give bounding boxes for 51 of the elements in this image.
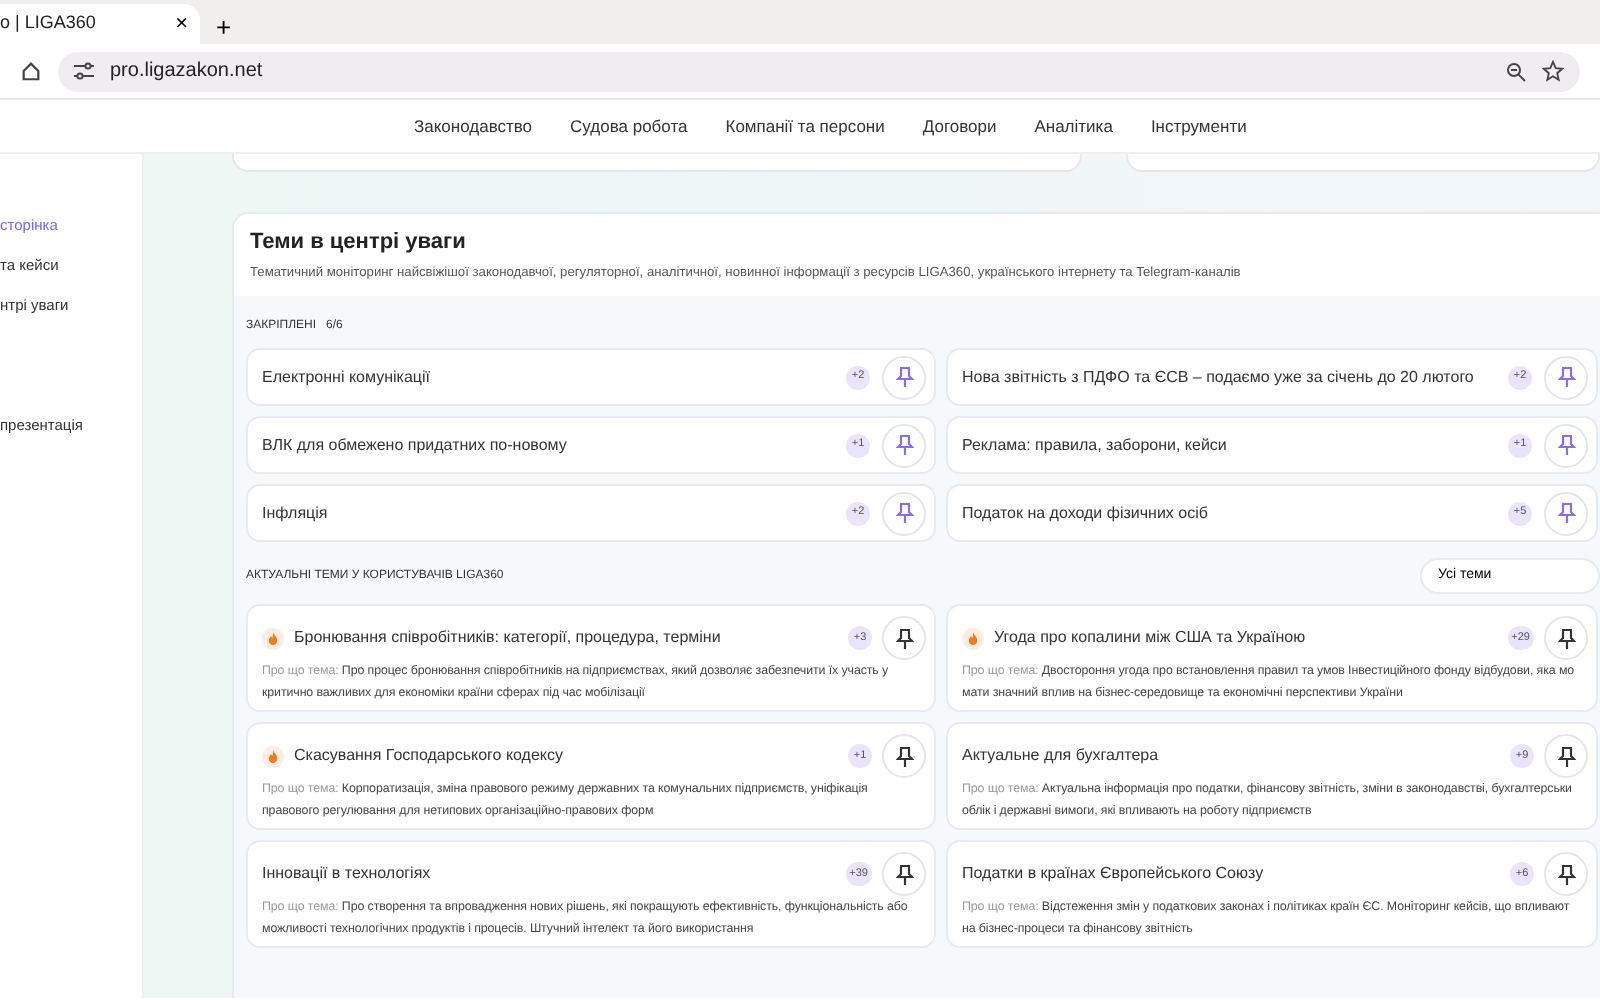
close-tab-button[interactable]: × [175,13,188,35]
pin-button[interactable] [882,852,926,897]
topic-title: Актуальне для бухгалтера [962,744,1161,769]
nav-link[interactable]: Компанії та персони [725,113,885,139]
nav-link[interactable]: Судова робота [570,113,688,139]
nav-link[interactable]: Законодавство [414,113,533,139]
tune-icon[interactable] [74,62,94,80]
url-text: pro.ligazakon.net [110,58,265,86]
topic-card[interactable] [246,722,936,831]
nav-link[interactable]: Аналітика [1034,113,1113,139]
topic-title: Інновації в технологіях [262,862,433,887]
topic-title: Податки в країнах Європейського Союзу [962,862,1266,887]
tab-title: о | LIGA360 [0,10,96,37]
pin-icon [895,627,913,650]
pin-icon [895,434,913,457]
topic-title: Бронювання співробітників: категорії, процедура, терміни [294,626,723,651]
pin-icon [1557,863,1575,886]
topic-card[interactable] [246,840,936,949]
pin-icon [1557,366,1575,389]
home-icon[interactable] [20,60,42,82]
topic-title: ВЛК для обмежено придатних по-новому [262,433,569,458]
browser-tab[interactable]: о | LIGA360 × [0,4,200,44]
pin-icon [1557,434,1575,457]
pin-button[interactable] [1544,734,1588,779]
topic-card[interactable] [246,604,936,713]
address-bar[interactable]: pro.ligazakon.net [58,51,1580,91]
topic-title: Скасування Господарського кодексу [294,744,566,769]
topic-title: Електронні комунікації [262,365,432,390]
nav-link[interactable]: Інструменти [1150,113,1247,139]
pin-icon [1557,745,1575,768]
pin-icon [1557,502,1575,525]
pin-button[interactable] [882,616,926,661]
section-title: Теми в центрі уваги [250,230,468,257]
topic-title: Податок на доходи фізичних осіб [962,501,1210,526]
zoom-icon[interactable] [1506,61,1526,81]
topic-title: Угода про копалини між США та Україною [994,626,1308,651]
topic-title: Реклама: правила, заборони, кейси [962,433,1229,458]
topic-title: Нова звітність з ПДФО та ЄСВ – подаємо уже за січень до 20 лютого [962,365,1476,390]
pin-icon [895,745,913,768]
pin-button[interactable] [1544,852,1588,897]
topic-card[interactable] [946,604,1598,713]
topic-title: Інфляція [262,501,330,526]
pin-icon [895,502,913,525]
pin-button[interactable] [882,734,926,779]
pin-icon [895,863,913,886]
pin-icon [1557,627,1575,650]
star-icon[interactable] [1542,60,1564,82]
new-tab-button[interactable]: + [216,14,232,40]
pin-icon [895,366,913,389]
nav-link[interactable]: Договори [922,113,997,139]
pin-button[interactable] [1544,616,1588,661]
